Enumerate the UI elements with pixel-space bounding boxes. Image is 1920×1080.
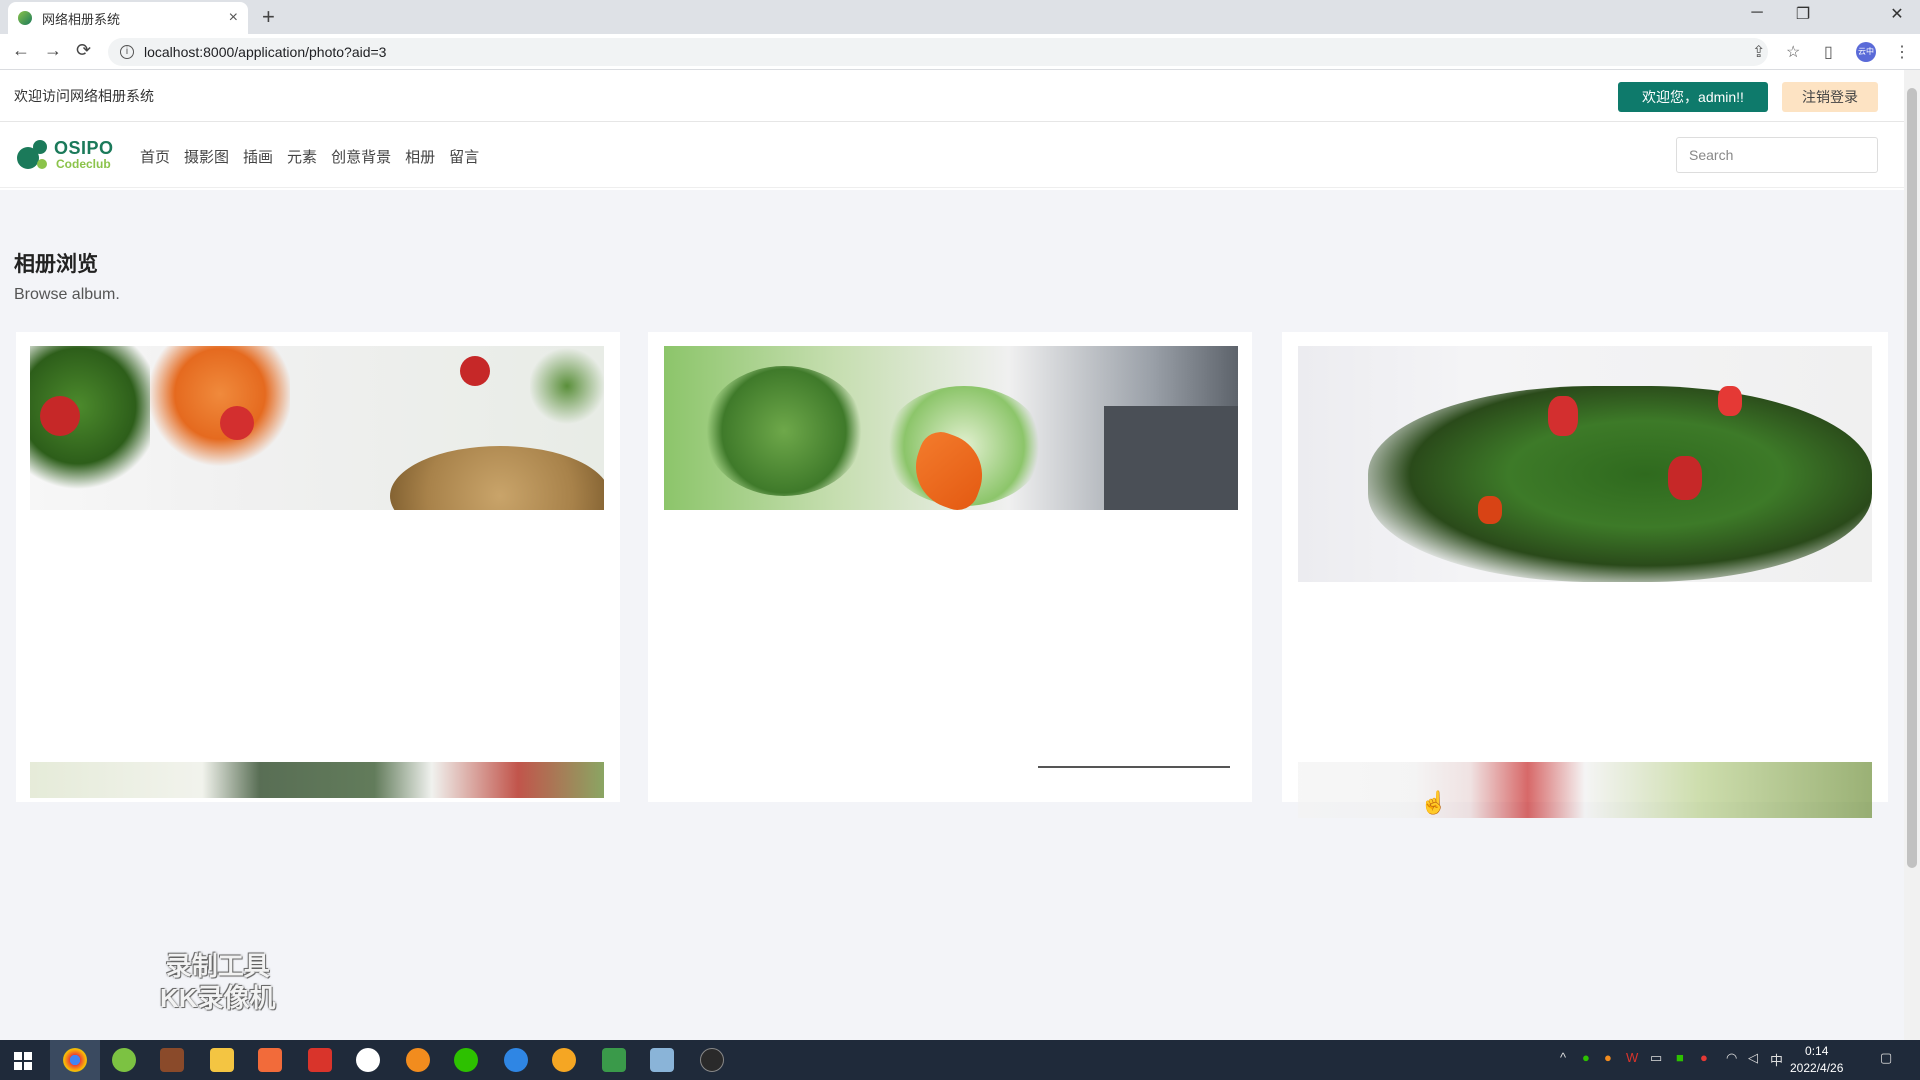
logout-button[interactable]: 注销登录	[1782, 82, 1878, 112]
clock-date: 2022/4/26	[1790, 1061, 1844, 1075]
nav-item-album[interactable]: 相册	[405, 146, 435, 167]
nav-item-home[interactable]: 首页	[140, 146, 170, 167]
page-scrollbar[interactable]	[1904, 70, 1920, 1040]
back-button[interactable]: ←	[12, 40, 30, 61]
volume-icon[interactable]: ◁	[1748, 1050, 1758, 1066]
wps-icon[interactable]	[308, 1048, 332, 1072]
side-panel-icon[interactable]: ▯	[1824, 42, 1833, 62]
taskbar-clock[interactable]: 0:14 2022/4/26	[1790, 1043, 1843, 1077]
notification-icon[interactable]: ▢	[1880, 1050, 1892, 1066]
app-game-icon[interactable]	[160, 1048, 184, 1072]
nav-item-messages[interactable]: 留言	[449, 146, 479, 167]
window-close-button[interactable]: ✕	[1874, 4, 1920, 24]
chrome-icon[interactable]	[63, 1048, 87, 1072]
app-face-icon[interactable]	[552, 1048, 576, 1072]
album-photo[interactable]	[1298, 346, 1872, 582]
clock-time: 0:14	[1805, 1044, 1829, 1058]
browser-menu-icon[interactable]: ⋮	[1894, 42, 1910, 62]
browser-search-icon[interactable]	[504, 1048, 528, 1072]
scrollbar-thumb[interactable]	[1907, 88, 1917, 868]
watermark-line2: KK录像机	[160, 983, 276, 1013]
app-recorder-icon[interactable]	[700, 1048, 724, 1072]
nav-item-elements[interactable]: 元素	[287, 146, 317, 167]
window-minimize-button[interactable]: ─	[1734, 4, 1780, 22]
windows-start-icon[interactable]	[14, 1052, 32, 1070]
tray-wps-icon[interactable]: W	[1626, 1050, 1638, 1065]
app-white-icon[interactable]	[356, 1048, 380, 1072]
browser-tab[interactable]: 网络相册系统 ×	[8, 2, 248, 34]
search-input[interactable]: Search	[1676, 137, 1878, 173]
section-subtitle: Browse album.	[14, 286, 120, 303]
welcome-user-button[interactable]: 欢迎您，admin!!	[1618, 82, 1768, 112]
album-card[interactable]	[648, 332, 1252, 802]
tray-search-icon[interactable]: ●	[1604, 1050, 1612, 1065]
album-photo[interactable]	[664, 346, 1238, 510]
tray-device-icon[interactable]: ▭	[1650, 1050, 1662, 1066]
tray-wechat-icon[interactable]: ●	[1582, 1050, 1590, 1065]
app-chart-icon[interactable]	[602, 1048, 626, 1072]
album-photo[interactable]	[30, 346, 604, 510]
address-bar[interactable]: i localhost:8000/application/photo?aid=3	[108, 38, 1768, 66]
browser-tabbar: 网络相册系统 × + ─ ❐ ✕	[0, 0, 1920, 34]
nav-menu: 首页 摄影图 插画 元素 创意背景 相册 留言	[140, 146, 479, 167]
new-tab-button[interactable]: +	[262, 4, 275, 30]
profile-avatar[interactable]: 云中	[1856, 42, 1876, 62]
album-card[interactable]	[1282, 332, 1888, 818]
web-page: 欢迎访问网络相册系统 欢迎您，admin!! 注销登录 OSIPO Codecl…	[0, 70, 1904, 1040]
share-icon[interactable]: ⇪	[1752, 42, 1765, 62]
tab-title: 网络相册系统	[42, 11, 121, 27]
app-notes-icon[interactable]	[650, 1048, 674, 1072]
reload-button[interactable]: ⟳	[76, 40, 91, 61]
wechat-icon[interactable]	[454, 1048, 478, 1072]
app-orange-icon[interactable]	[258, 1048, 282, 1072]
nav-item-backgrounds[interactable]: 创意背景	[331, 146, 391, 167]
top-strip: 欢迎访问网络相册系统 欢迎您，admin!! 注销登录	[0, 70, 1904, 122]
file-explorer-icon[interactable]	[210, 1048, 234, 1072]
album-photo-partial[interactable]	[1298, 762, 1872, 818]
tray-expand-icon[interactable]: ^	[1560, 1050, 1566, 1065]
tray-green-icon[interactable]: ■	[1676, 1050, 1684, 1065]
tab-close-icon[interactable]: ×	[229, 9, 238, 27]
browser-toolbar: ← → ⟳ i localhost:8000/application/photo…	[0, 34, 1920, 70]
album-section: 相册浏览 Browse album.	[0, 190, 1904, 1040]
logo-word-top: OSIPO	[54, 138, 114, 158]
ime-indicator[interactable]: 中	[1770, 1050, 1783, 1069]
tray-qq-icon[interactable]: ●	[1700, 1050, 1708, 1065]
hand-cursor-icon: ☝	[1420, 790, 1448, 815]
taskbar: ^ ● ● W ▭ ■ ● ◠ ◁ 中 0:14 2022/4/26 ▢	[0, 1040, 1920, 1080]
section-title: 相册浏览	[14, 253, 98, 276]
window-restore-button[interactable]: ❐	[1780, 4, 1826, 24]
bookmark-star-icon[interactable]: ☆	[1786, 42, 1800, 62]
forward-button[interactable]: →	[44, 40, 62, 61]
search-app-icon[interactable]	[406, 1048, 430, 1072]
watermark-line1: 录制工具	[165, 951, 270, 981]
url-text: localhost:8000/application/photo?aid=3	[144, 44, 387, 60]
logo-mark-icon	[17, 140, 47, 169]
recorder-watermark: 录制工具 KK录像机	[160, 950, 276, 1014]
site-favicon-icon	[18, 11, 32, 25]
album-card[interactable]	[16, 332, 620, 802]
nav-item-photography[interactable]: 摄影图	[184, 146, 229, 167]
site-info-icon[interactable]: i	[120, 45, 134, 59]
wifi-icon[interactable]: ◠	[1726, 1050, 1737, 1066]
album-photo-partial[interactable]	[30, 762, 604, 798]
welcome-text: 欢迎访问网络相册系统	[14, 87, 154, 104]
nav-item-illustration[interactable]: 插画	[243, 146, 273, 167]
app-green-icon[interactable]	[112, 1048, 136, 1072]
site-logo[interactable]: OSIPO Codeclub	[16, 136, 116, 174]
main-navbar: OSIPO Codeclub 首页 摄影图 插画 元素 创意背景 相册 留言 S…	[0, 122, 1904, 188]
logo-word-bottom: Codeclub	[56, 157, 111, 171]
